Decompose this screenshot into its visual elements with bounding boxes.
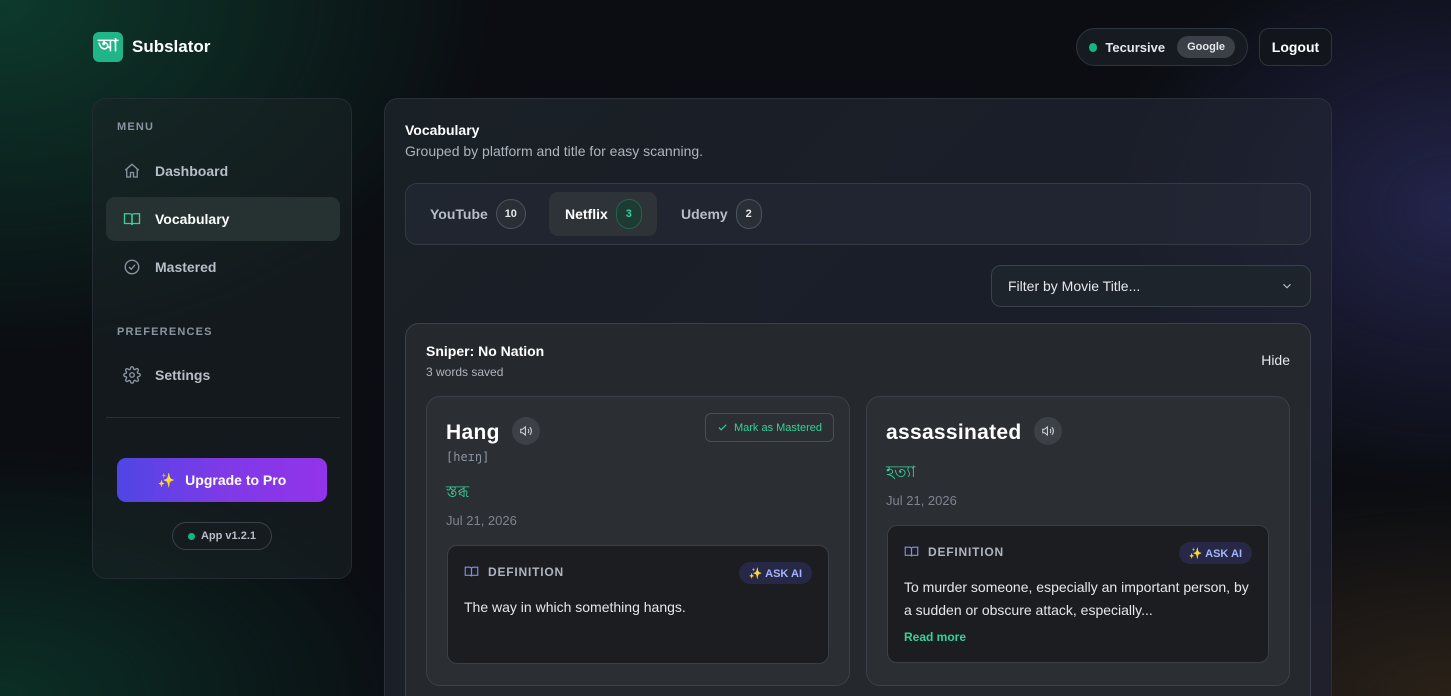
page-subtitle: Grouped by platform and title for easy s… xyxy=(405,143,704,159)
upgrade-button[interactable]: ✨ Upgrade to Pro xyxy=(117,458,327,502)
book-icon xyxy=(123,213,141,226)
version-badge: App v1.2.1 xyxy=(172,522,272,550)
definition-label: DEFINITION xyxy=(488,564,564,579)
sidebar-item-label: Settings xyxy=(155,367,211,383)
word-translation: স্তব্ধ xyxy=(446,484,469,501)
definition-heading: DEFINITION xyxy=(464,564,564,579)
definition-box: DEFINITION ✨ ASK AI The way in which som… xyxy=(447,545,829,664)
sidebar-item-dashboard[interactable]: Dashboard xyxy=(106,149,340,193)
main-panel: Vocabulary Grouped by platform and title… xyxy=(384,98,1332,696)
filter-placeholder: Filter by Movie Title... xyxy=(1008,278,1141,294)
definition-text: The way in which something hangs. xyxy=(464,599,686,615)
word-card: Hang Mark as Mastered [heɪŋ] স্তব্ধ Jul … xyxy=(426,396,850,686)
sidebar-item-label: Vocabulary xyxy=(155,211,230,227)
home-icon xyxy=(124,163,140,178)
check-icon xyxy=(718,424,727,431)
pronounce-button[interactable] xyxy=(1034,417,1062,445)
platform-tabs: YouTube 10 Netflix 3 Udemy 2 xyxy=(405,183,1311,245)
tab-label: YouTube xyxy=(430,206,488,222)
tab-netflix[interactable]: Netflix 3 xyxy=(549,192,657,236)
ask-ai-button[interactable]: ✨ ASK AI xyxy=(738,562,812,584)
saved-date: Jul 21, 2026 xyxy=(446,513,517,528)
logo-icon: আ xyxy=(93,32,123,62)
preferences-heading: PREFERENCES xyxy=(117,326,213,338)
tab-count-badge: 3 xyxy=(615,199,642,229)
upgrade-label: Upgrade to Pro xyxy=(185,472,287,488)
tab-count-badge: 10 xyxy=(495,199,526,229)
definition-heading: DEFINITION xyxy=(904,544,1004,559)
word-pronunciation: [heɪŋ] xyxy=(446,450,490,464)
speaker-icon xyxy=(1042,425,1054,437)
word-card: assassinated হত্যা Jul 21, 2026 DEFINITI… xyxy=(866,396,1290,686)
group-title: Sniper: No Nation xyxy=(426,343,545,359)
menu-heading: MENU xyxy=(117,121,155,133)
mark-mastered-label: Mark as Mastered xyxy=(733,421,822,434)
definition-label: DEFINITION xyxy=(928,544,1004,559)
check-circle-icon xyxy=(124,259,140,275)
hide-group-button[interactable]: Hide xyxy=(1261,352,1290,368)
gear-icon xyxy=(123,366,141,384)
tab-count-badge: 2 xyxy=(735,199,762,229)
page-title: Vocabulary xyxy=(405,122,480,138)
read-more-link[interactable]: Read more xyxy=(904,630,966,644)
online-status-icon xyxy=(1089,42,1098,52)
word-text: assassinated xyxy=(886,421,1022,444)
sidebar-item-label: Mastered xyxy=(155,259,217,275)
definition-box: DEFINITION ✨ ASK AI To murder someone, e… xyxy=(887,525,1269,663)
sidebar-item-mastered[interactable]: Mastered xyxy=(106,245,340,289)
tab-label: Netflix xyxy=(565,206,608,222)
auth-provider-badge: Google xyxy=(1177,36,1235,58)
saved-date: Jul 21, 2026 xyxy=(886,493,957,508)
movie-title-filter[interactable]: Filter by Movie Title... xyxy=(991,265,1311,307)
book-icon xyxy=(904,546,919,557)
status-dot-icon xyxy=(187,532,195,540)
speaker-icon xyxy=(520,425,532,437)
sparkles-icon: ✨ xyxy=(157,471,176,488)
logout-button[interactable]: Logout xyxy=(1259,28,1332,66)
group-word-count: 3 words saved xyxy=(426,365,504,379)
book-icon xyxy=(464,566,479,577)
tab-youtube[interactable]: YouTube 10 xyxy=(414,192,534,236)
definition-text: To murder someone, especially an importa… xyxy=(904,579,1249,618)
app-name: Subslator xyxy=(132,37,211,56)
sidebar-item-label: Dashboard xyxy=(155,163,229,179)
chevron-down-icon xyxy=(1283,283,1291,289)
version-text: App v1.2.1 xyxy=(200,530,257,542)
sidebar: MENU Dashboard Vocabulary Mastered PREFE… xyxy=(92,98,352,579)
app-logo[interactable]: আ Subslator xyxy=(93,32,210,62)
sidebar-item-settings[interactable]: Settings xyxy=(106,353,340,397)
pronounce-button[interactable] xyxy=(512,417,540,445)
user-profile-pill[interactable]: Tecursive Google xyxy=(1076,28,1248,66)
tab-label: Udemy xyxy=(681,206,728,222)
ask-ai-button[interactable]: ✨ ASK AI xyxy=(1178,542,1252,564)
tab-udemy[interactable]: Udemy 2 xyxy=(665,192,770,236)
user-name: Tecursive xyxy=(1105,39,1166,55)
mark-mastered-button[interactable]: Mark as Mastered xyxy=(704,413,834,442)
title-group: Sniper: No Nation 3 words saved Hide Han… xyxy=(405,323,1311,696)
sidebar-item-vocabulary[interactable]: Vocabulary xyxy=(106,197,340,241)
sidebar-divider xyxy=(106,417,340,418)
word-text: Hang xyxy=(446,421,500,444)
word-translation: হত্যা xyxy=(886,464,916,481)
